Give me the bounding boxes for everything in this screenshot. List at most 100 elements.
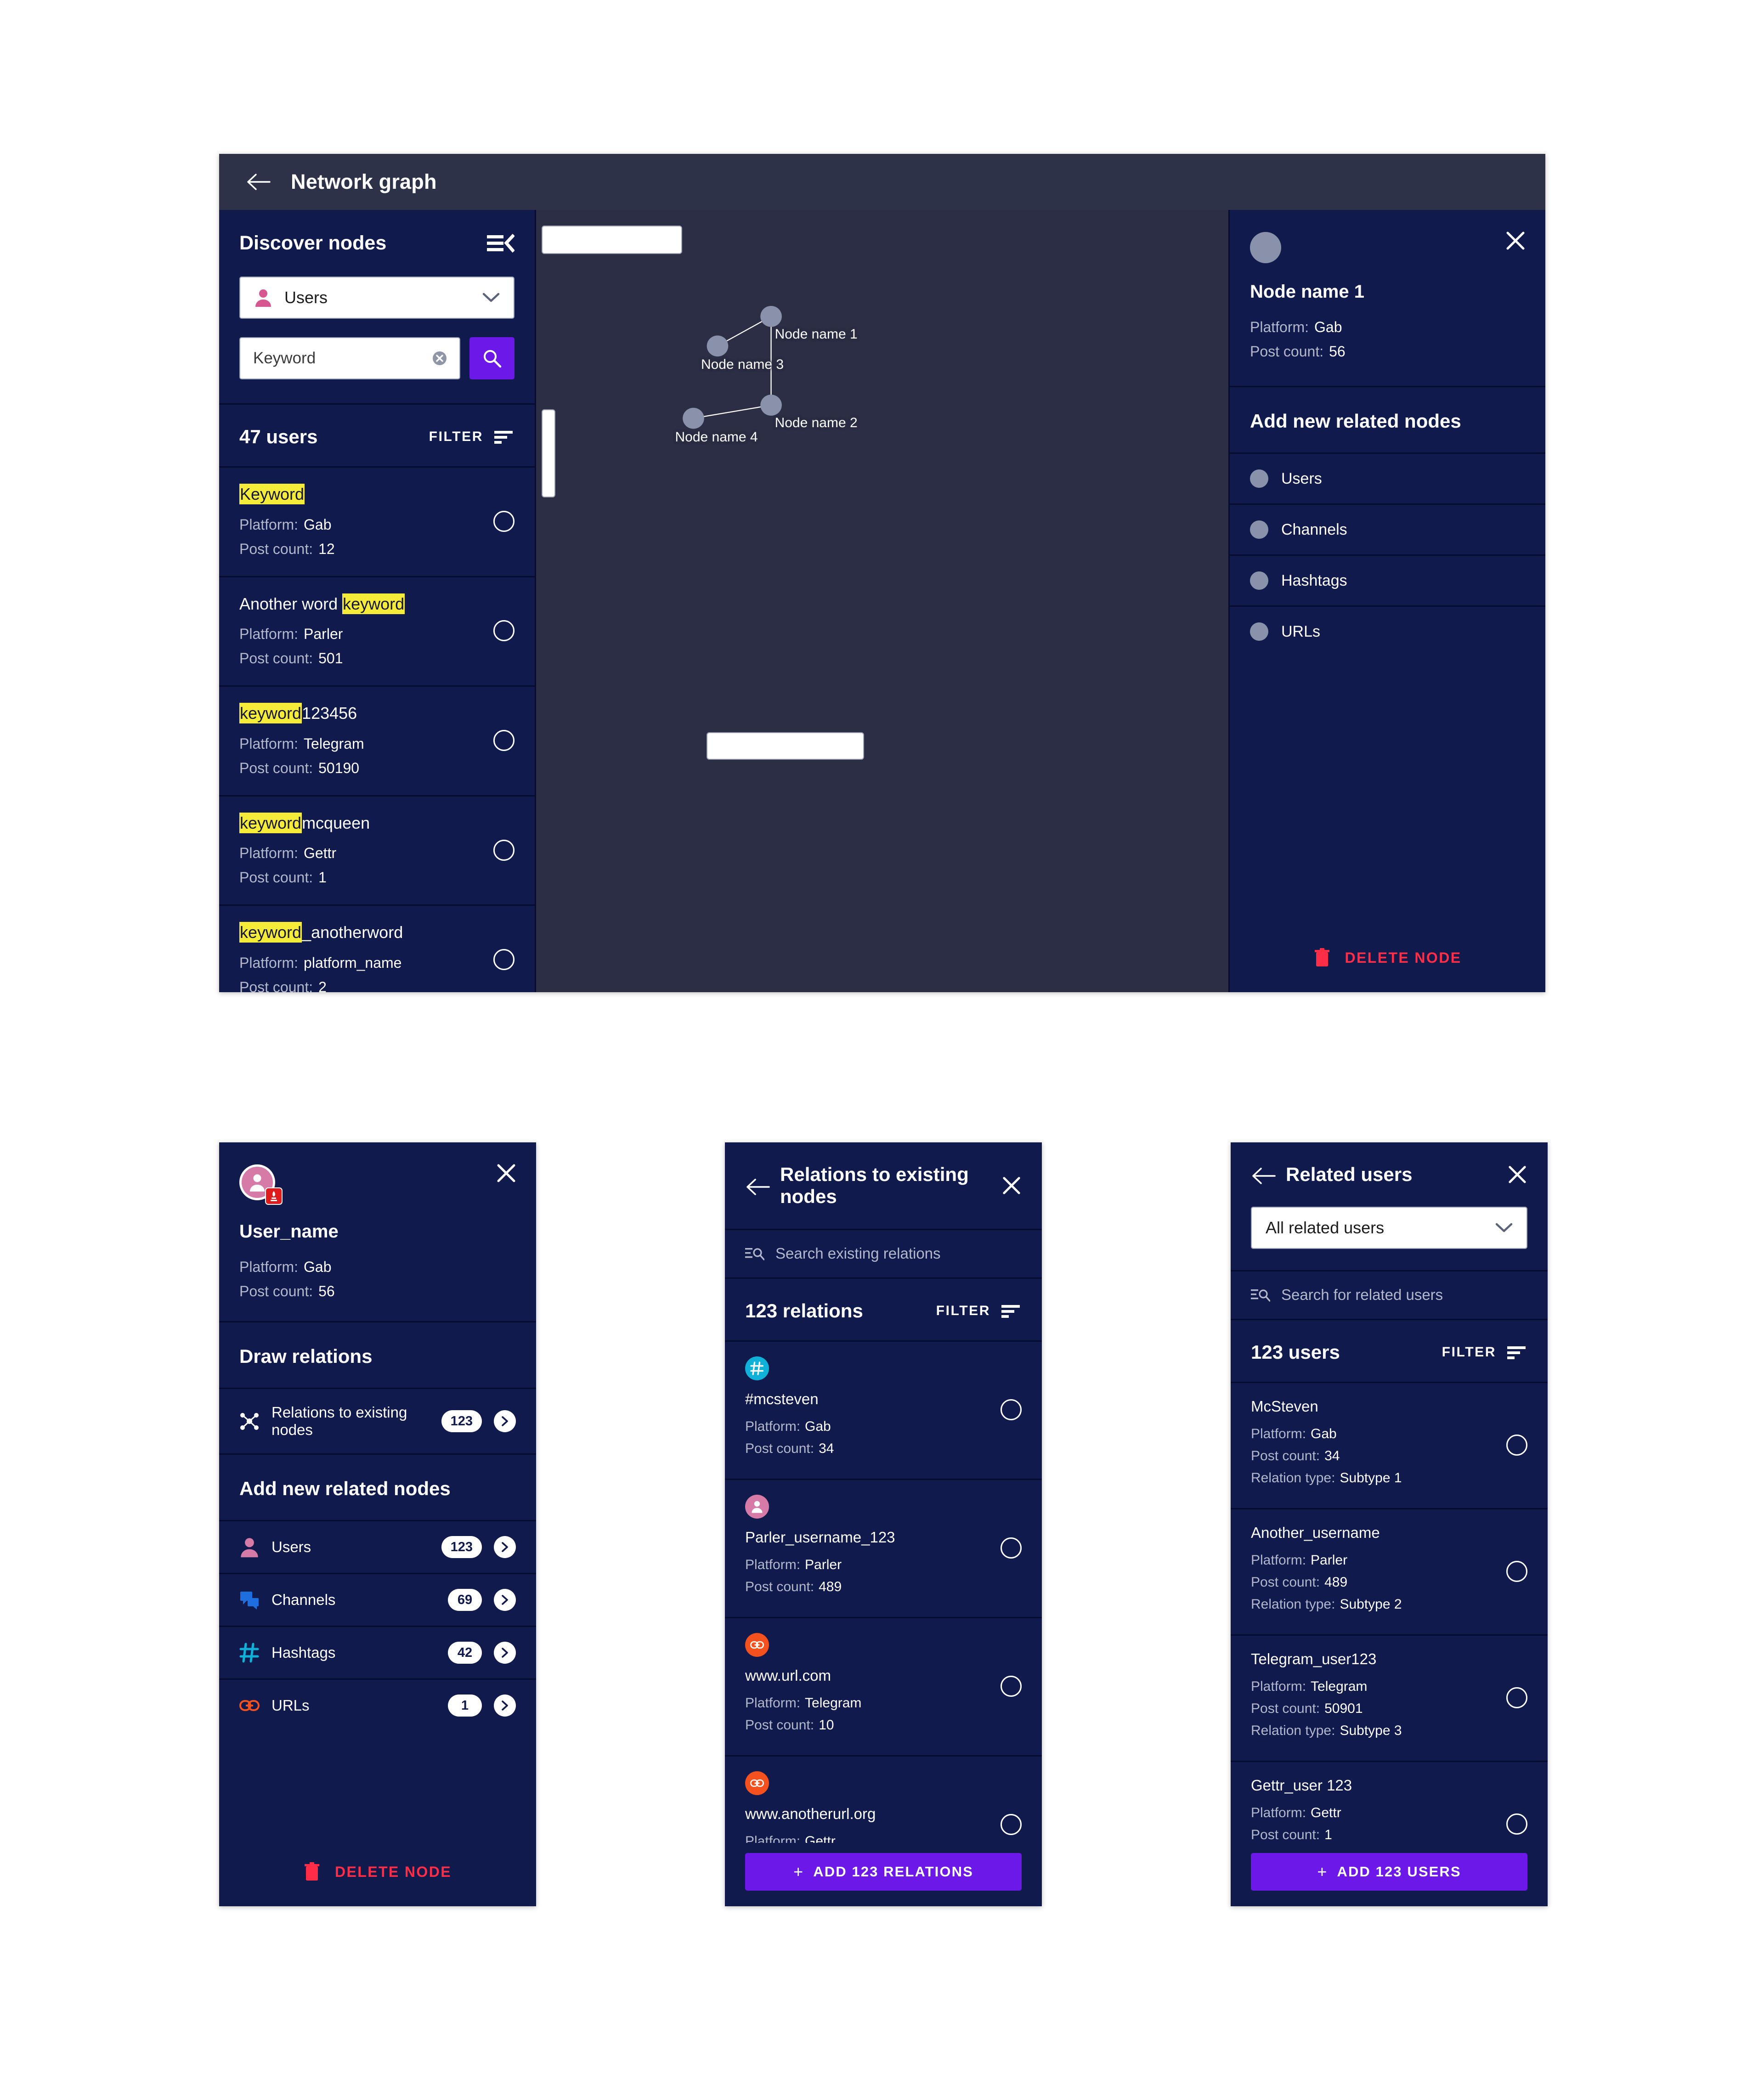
node-name-highlight: Keyword bbox=[239, 484, 305, 504]
related-user-row[interactable]: Telegram_user123 Platform: Telegram Post co… bbox=[1231, 1634, 1548, 1761]
relation-row[interactable]: Parler_username_123 Platform: Parler Post c… bbox=[725, 1478, 1042, 1617]
related-node-label: Channels bbox=[271, 1591, 336, 1608]
add-related-node-row[interactable]: URLs bbox=[1230, 605, 1545, 656]
back-arrow-icon[interactable] bbox=[1251, 1167, 1276, 1184]
relation-row[interactable]: #mcsteven Platform: Gab Post count: 34 bbox=[725, 1340, 1042, 1479]
select-node-radio[interactable] bbox=[493, 620, 514, 642]
count-badge: 123 bbox=[441, 1536, 482, 1558]
select-relation-radio[interactable] bbox=[1001, 1537, 1022, 1559]
node-row-platform: Platform: Gettr bbox=[239, 845, 337, 862]
close-icon[interactable] bbox=[1001, 1175, 1022, 1196]
select-user-radio[interactable] bbox=[1506, 1687, 1527, 1708]
relation-row[interactable]: www.anotherurl.orgPlatform:GettrPost cou… bbox=[725, 1755, 1042, 1843]
discovered-node-row[interactable]: Keyword Platform: Gab Post count: 12 bbox=[219, 466, 535, 576]
select-user-radio[interactable] bbox=[1506, 1560, 1527, 1582]
filter-sort-icon bbox=[1506, 1345, 1527, 1360]
filter-button[interactable]: FILTER bbox=[1442, 1344, 1527, 1360]
results-header: 123 users FILTER bbox=[1231, 1320, 1548, 1382]
delete-node-button[interactable]: DELETE NODE bbox=[1230, 948, 1545, 967]
clear-circle-icon[interactable] bbox=[430, 349, 449, 368]
graph-node-label[interactable]: Node name 2 bbox=[775, 415, 858, 431]
related-node-row[interactable]: Users 123 bbox=[219, 1520, 536, 1573]
keyword-search-placeholder: Keyword bbox=[253, 349, 316, 367]
add-related-node-row[interactable]: Users bbox=[1230, 452, 1545, 503]
node-row-platform: Platform: Telegram bbox=[239, 735, 364, 752]
related-user-platform: Platform: Gab bbox=[1251, 1426, 1337, 1441]
discovered-node-row[interactable]: keyword123456 Platform: Telegram Post count… bbox=[219, 685, 535, 795]
node-type-select[interactable]: Users bbox=[239, 277, 514, 319]
add-related-nodes-title: Add new related nodes bbox=[219, 1453, 536, 1520]
related-user-platform: Platform: Gettr bbox=[1251, 1805, 1341, 1820]
select-node-radio[interactable] bbox=[493, 949, 514, 971]
chevron-right-icon[interactable] bbox=[494, 1410, 516, 1432]
relations-list: #mcsteven Platform: Gab Post count: 34 Parler… bbox=[725, 1340, 1042, 1843]
close-icon[interactable] bbox=[1505, 230, 1526, 251]
select-node-radio[interactable] bbox=[493, 510, 514, 532]
related-user-row[interactable]: McSteven Platform: Gab Post count: 34 Relatio… bbox=[1231, 1381, 1548, 1508]
graph-node-label[interactable]: Node name 1 bbox=[775, 327, 858, 342]
chevron-right-icon[interactable] bbox=[494, 1536, 516, 1558]
relation-row[interactable]: www.url.com Platform: Telegram Post count: 1… bbox=[725, 1616, 1042, 1755]
search-related-users-input[interactable]: Search for related users bbox=[1231, 1270, 1548, 1320]
node-details-panel: Node name 1 Platform: Gab Post count: 56 A… bbox=[1228, 210, 1545, 992]
related-users-card: Related users All related users Search f… bbox=[1231, 1142, 1548, 1906]
related-user-row[interactable]: Gettr_user 123 Platform: Gettr Post count: 1… bbox=[1231, 1760, 1548, 1843]
chevron-right-icon[interactable] bbox=[494, 1589, 516, 1611]
close-icon[interactable] bbox=[496, 1163, 517, 1184]
keyword-search-input[interactable]: Keyword bbox=[239, 337, 460, 379]
relation-post-count: Post count: 489 bbox=[745, 1579, 842, 1594]
related-node-row[interactable]: Relations to existing nodes 123 bbox=[219, 1388, 536, 1453]
filter-button[interactable]: FILTER bbox=[429, 429, 514, 445]
count-badge: 42 bbox=[448, 1642, 482, 1664]
search-placeholder: Search for related users bbox=[1281, 1286, 1443, 1304]
back-arrow-icon[interactable] bbox=[246, 173, 271, 191]
related-node-row[interactable]: URLs 1 bbox=[219, 1678, 536, 1731]
related-users-filter-select[interactable]: All related users bbox=[1251, 1207, 1527, 1249]
select-node-radio[interactable] bbox=[493, 839, 514, 861]
graph-node-label[interactable]: Node name 3 bbox=[701, 357, 784, 373]
chevron-right-icon[interactable] bbox=[494, 1695, 516, 1717]
related-node-label: URLs bbox=[1281, 622, 1321, 640]
select-node-radio[interactable] bbox=[493, 729, 514, 751]
related-user-post-count: Post count: 1 bbox=[1251, 1827, 1332, 1842]
search-button[interactable] bbox=[469, 337, 514, 379]
select-relation-radio[interactable] bbox=[1001, 1813, 1022, 1835]
select-relation-radio[interactable] bbox=[1001, 1675, 1022, 1697]
add-related-node-row[interactable]: Channels bbox=[1230, 503, 1545, 554]
select-user-radio[interactable] bbox=[1506, 1813, 1527, 1835]
filter-button[interactable]: FILTER bbox=[936, 1303, 1022, 1319]
discovered-node-row[interactable]: Another word keyword Platform: Parler Post … bbox=[219, 576, 535, 686]
search-placeholder: Search existing relations bbox=[775, 1245, 941, 1262]
chevron-down-icon bbox=[1495, 1222, 1513, 1233]
add-related-node-row[interactable]: Hashtags bbox=[1230, 554, 1545, 605]
add-users-button[interactable]: + ADD 123 USERS bbox=[1251, 1853, 1527, 1891]
related-user-row[interactable]: Another_username Platform: Parler Post coun… bbox=[1231, 1508, 1548, 1634]
detail-node-name: Node name 1 bbox=[1250, 282, 1364, 302]
chevron-right-icon[interactable] bbox=[494, 1642, 516, 1664]
search-list-icon bbox=[745, 1246, 765, 1261]
search-existing-relations-input[interactable]: Search existing relations bbox=[725, 1229, 1042, 1279]
discovered-node-row[interactable]: keywordmcqueen Platform: Gettr Post count: 1 bbox=[219, 795, 535, 905]
back-arrow-icon[interactable] bbox=[745, 1178, 770, 1195]
node-name-pre: Another word bbox=[239, 594, 343, 613]
discovered-node-row[interactable]: keyword_anotherword Platform: platform_nam… bbox=[219, 904, 535, 992]
add-relations-button[interactable]: + ADD 123 RELATIONS bbox=[745, 1853, 1022, 1891]
relation-post-count: Post count: 10 bbox=[745, 1717, 834, 1733]
related-user-relation-type: Relation type: Subtype 2 bbox=[1251, 1596, 1402, 1612]
related-node-row[interactable]: Channels 69 bbox=[219, 1573, 536, 1626]
related-user-relation-type: Relation type: Subtype 3 bbox=[1251, 1723, 1402, 1738]
node-row-post-count: Post count: 2 bbox=[239, 978, 327, 992]
related-node-row[interactable]: Hashtags 42 bbox=[219, 1626, 536, 1678]
node-row-name: keyword_anotherword bbox=[239, 922, 484, 943]
graph-canvas[interactable]: Node name 1 Node name 2 Node name 3 Node na… bbox=[536, 210, 1228, 992]
node-row-name: keywordmcqueen bbox=[239, 812, 484, 833]
relation-platform: Platform: Parler bbox=[745, 1557, 842, 1572]
select-user-radio[interactable] bbox=[1506, 1434, 1527, 1456]
select-relation-radio[interactable] bbox=[1001, 1399, 1022, 1420]
graph-node-label[interactable]: Node name 4 bbox=[675, 429, 758, 445]
delete-node-button[interactable]: DELETE NODE bbox=[219, 1862, 536, 1881]
collapse-panel-icon[interactable] bbox=[486, 233, 515, 254]
relation-post-count: Post count: 34 bbox=[745, 1440, 834, 1456]
close-icon[interactable] bbox=[1507, 1164, 1527, 1185]
related-users-list: McSteven Platform: Gab Post count: 34 Relatio… bbox=[1231, 1381, 1548, 1843]
